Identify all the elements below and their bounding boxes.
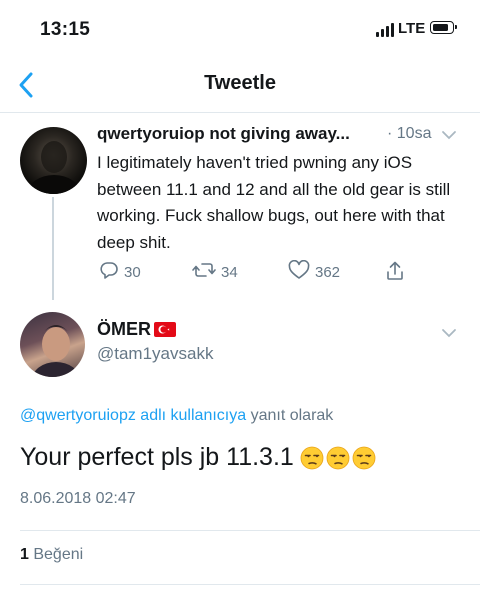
parent-tweet-text: I legitimately haven't tried pwning any … — [97, 153, 451, 252]
network-label: LTE — [398, 20, 426, 37]
unamused-face-icon — [300, 446, 324, 470]
signal-icon — [376, 22, 394, 37]
like-count: 362 — [315, 263, 341, 281]
unamused-face-icon — [352, 446, 376, 470]
parent-author-name[interactable]: qwertyoruiop not giving away... — [97, 124, 350, 144]
emoji-row — [300, 446, 376, 470]
page-title: Tweetle — [204, 72, 276, 94]
likes-label: Beğeni — [33, 546, 84, 563]
turkey-flag-icon — [154, 322, 176, 337]
tweet-date: 8.06.2018 02:47 — [20, 490, 136, 507]
retweet-count: 34 — [221, 263, 238, 281]
author-name-text: ÖMER — [97, 319, 151, 339]
divider — [20, 584, 480, 585]
reply-count: 30 — [124, 263, 141, 281]
parent-avatar[interactable] — [20, 127, 87, 194]
reply-icon — [99, 260, 119, 284]
likes-count: 1 — [20, 546, 29, 563]
status-time: 13:15 — [40, 19, 91, 40]
parent-timestamp: · 10sa — [387, 125, 432, 142]
chevron-down-icon[interactable] — [441, 128, 457, 146]
like-button[interactable]: 362 — [288, 259, 341, 284]
thread-line — [52, 197, 54, 300]
reply-context: @qwertyoruiopz adlı kullanıcıya yanıt ol… — [20, 407, 333, 425]
author-handle[interactable]: @tam1yavsakk — [97, 344, 213, 364]
share-icon — [385, 260, 405, 286]
unamused-face-icon — [326, 446, 350, 470]
retweet-icon — [192, 260, 216, 284]
battery-icon — [430, 21, 457, 34]
reply-context-link[interactable]: @qwertyoruiopz adlı kullanıcıya — [20, 407, 246, 424]
chevron-down-icon[interactable] — [441, 326, 457, 344]
reply-button[interactable]: 30 — [99, 260, 141, 284]
author-name[interactable]: ÖMER — [97, 319, 176, 340]
retweet-button[interactable]: 34 — [192, 260, 238, 284]
heart-icon — [288, 259, 310, 284]
tweet-text: Your perfect pls jb 11.3.1 — [20, 443, 376, 472]
tweet-text-content: Your perfect pls jb 11.3.1 — [20, 443, 294, 471]
nav-divider — [0, 112, 480, 113]
likes-summary[interactable]: 1 Beğeni — [20, 546, 83, 564]
divider — [20, 530, 480, 531]
share-button[interactable] — [385, 260, 405, 286]
author-avatar[interactable] — [20, 312, 85, 377]
reply-context-suffix: yanıt olarak — [250, 407, 334, 424]
